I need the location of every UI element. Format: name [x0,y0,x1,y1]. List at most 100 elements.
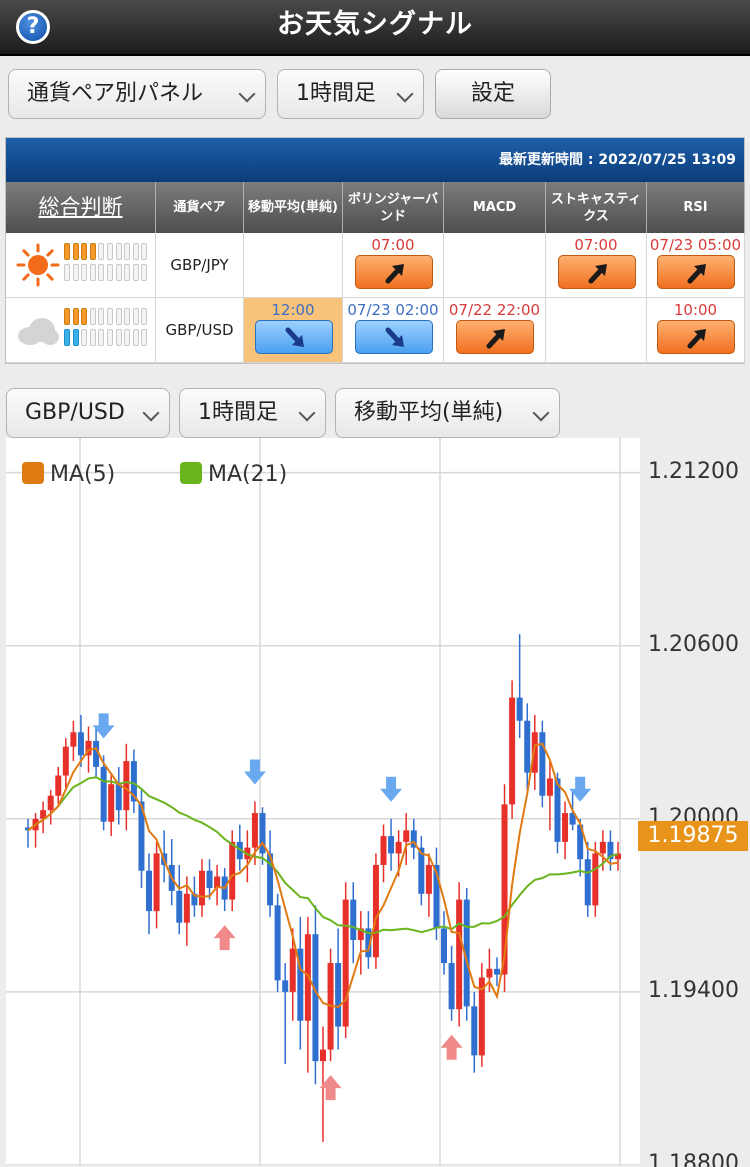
meter-bar [72,329,79,346]
meter-bar [124,264,131,281]
chart-indicator-select[interactable]: 移動平均(単純) [335,388,560,438]
y-tick-label: 1.19400 [648,977,739,1003]
candle-down [282,980,289,992]
candle-up [456,899,463,1010]
candle-up [546,778,553,796]
legend-swatch-ma5 [22,462,44,484]
legend-ma5: MA(5) [22,462,115,487]
pair-cell[interactable]: GBP/JPY [156,233,244,298]
candle-down [471,1006,478,1056]
meter-bar [115,308,122,325]
signal-up-arrow [440,1034,463,1060]
candle-up [55,775,62,796]
overall-judgement-cell[interactable] [6,233,156,298]
last-price-badge: 1.19875 [638,821,748,851]
sun-icon [16,243,60,287]
signal-up-button[interactable] [558,255,636,289]
meter-bar [98,243,105,260]
candle-up [123,761,130,811]
app-title: お天気シグナル [277,9,473,40]
timeframe-select-label: 1時間足 [296,81,376,106]
chevron-down-icon [298,404,316,422]
candle-down [146,870,153,912]
signal-cell [444,233,546,298]
candle-up [62,746,69,776]
candle-up [70,732,77,747]
column-header: 通貨ペア [156,182,244,233]
candle-down [524,720,531,773]
signal-cell [244,233,343,298]
meter-bar [124,308,131,325]
candle-down [539,732,546,796]
candle-down [516,697,523,721]
signal-cell[interactable]: 07/23 05:00 [647,233,745,298]
candle-down [584,859,591,906]
meter-bar [107,308,113,325]
candle-down [77,732,84,756]
signal-up-arrow [213,925,236,951]
candle-up [425,864,432,894]
candle-up [395,841,402,854]
meter-bar [132,329,139,346]
meter-bar [124,329,131,346]
candle-down [274,905,281,981]
candle-up [342,899,349,1027]
panel-select[interactable]: 通貨ペア別パネル [8,69,266,119]
chart-svg [6,438,640,1166]
signal-cell[interactable]: 07:00 [546,233,647,298]
meter-bar [89,264,96,281]
candle-up [289,948,296,992]
settings-button[interactable]: 設定 [435,69,551,119]
meter-bar [64,243,70,260]
candle-down [350,899,357,940]
candle-up [509,697,516,805]
signal-time: 07:00 [371,236,415,254]
candle-down [388,836,395,854]
overall-judgement-cell[interactable] [6,298,156,363]
signal-up-button[interactable] [456,320,534,354]
candle-up [486,968,493,978]
cloud-icon [18,318,59,345]
signal-time: 10:00 [673,301,718,319]
arrow-down-right-icon [285,327,304,347]
signal-cell[interactable]: 07/22 22:00 [444,298,546,363]
top-bar: ? お天気シグナル [0,0,750,56]
signal-down-button[interactable] [255,320,333,354]
meter-bar [141,308,148,325]
meter-bar [98,329,105,346]
candle-up [320,1049,326,1062]
chart-timeframe-select[interactable]: 1時間足 [179,388,326,438]
signal-cell[interactable]: 07:00 [343,233,444,298]
candle-down [312,934,319,1062]
chevron-down-icon [142,404,160,422]
timeframe-select[interactable]: 1時間足 [277,69,424,119]
chart-pair-select[interactable]: GBP/USD [6,388,170,438]
panel-select-label: 通貨ペア別パネル [27,81,204,106]
candle-down [554,778,561,842]
signal-down-arrow [380,776,403,802]
signal-cell[interactable]: 07/23 02:00 [343,298,444,363]
meter-bar [72,308,79,325]
candle-down [335,963,342,1027]
signal-down-button[interactable] [355,320,433,354]
legend-swatch-ma21 [180,462,202,484]
arrow-down-right-icon [385,327,404,347]
signal-up-button[interactable] [657,255,735,289]
price-chart[interactable] [6,438,640,1166]
meter-bar [64,308,70,325]
signal-cell[interactable]: 10:00 [647,298,745,363]
candle-up [229,841,236,900]
arrow-up-right-icon [385,264,404,284]
candle-up [372,864,379,958]
signal-cell[interactable]: 12:00 [244,298,343,363]
column-header: 総合判断 [6,182,156,233]
pair-cell[interactable]: GBP/USD [156,298,244,363]
meter-bar [107,243,113,260]
candle-down [100,766,107,822]
signal-up-button[interactable] [355,255,433,289]
signal-up-button[interactable] [657,320,735,354]
meter-bar [141,243,148,260]
y-tick-label: 1.18800 [648,1151,739,1167]
column-header: MACD [444,182,546,233]
trend-meter [64,306,154,356]
